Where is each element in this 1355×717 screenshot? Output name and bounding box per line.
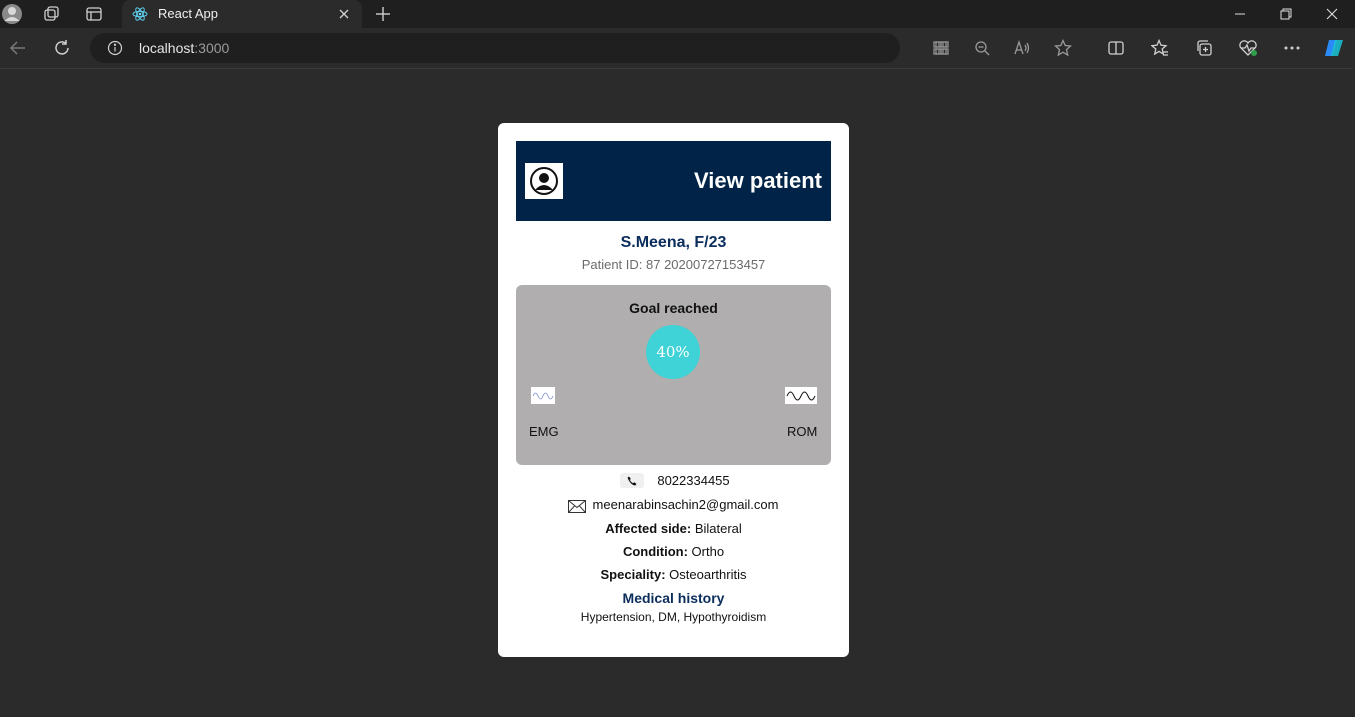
back-arrow-icon[interactable] [6,36,30,60]
speciality-value: Osteoarthritis [669,567,747,582]
zoom-out-icon[interactable] [970,36,994,60]
goal-progress-circle: 40% [646,325,700,379]
emg-wave-icon[interactable] [531,387,555,404]
medical-history-title: Medical history [622,590,725,606]
app-available-icon-2[interactable] [930,36,954,60]
goal-panel: Goal reached 40% EMG ROM [516,285,831,465]
url-host: localhost [139,40,195,56]
tab-actions-icon[interactable] [82,2,106,26]
refresh-icon[interactable] [50,36,74,60]
card-header: View patient [516,141,831,221]
tab-react-app[interactable]: React App [122,0,362,28]
favorite-star-icon[interactable] [1051,36,1075,60]
read-aloud-icon[interactable] [1010,36,1034,60]
address-bar[interactable]: localhost:3000 [90,33,947,63]
split-screen-icon[interactable] [1104,36,1128,60]
tab-title: React App [158,6,218,21]
minimize-icon[interactable] [1217,0,1263,28]
restore-icon[interactable] [1263,0,1309,28]
goal-percent: 40% [656,343,690,361]
close-window-icon[interactable] [1309,0,1355,28]
workspaces-icon[interactable] [40,2,64,26]
condition-value: Ortho [691,544,725,559]
phone-number: 8022334455 [657,473,730,488]
profile-avatar-icon[interactable] [0,2,24,26]
affected-side-label: Affected side: [605,521,692,536]
page-title: View patient [694,168,822,193]
browser-essentials-icon[interactable] [1236,36,1260,60]
email-address: meenarabinsachin2@gmail.com [592,497,779,512]
favorites-icon[interactable] [1148,36,1172,60]
patient-card: View patient S.Meena, F/23 Patient ID: 8… [498,123,849,657]
condition-label: Condition: [622,544,688,559]
medical-history-text: Hypertension, DM, Hypothyroidism [580,610,767,624]
site-info-icon[interactable] [107,40,123,56]
browser-titlebar: React App [0,0,1355,28]
condition-row: Condition: Ortho [498,544,849,559]
rom-wave-icon[interactable] [785,387,817,404]
url-text[interactable]: localhost:3000 [139,40,229,56]
close-tab-icon[interactable] [334,4,354,24]
browser-toolbar: localhost:3000 [0,28,1355,68]
copilot-icon[interactable] [1322,36,1346,60]
speciality-label: Speciality: [600,567,666,582]
speciality-row: Speciality: Osteoarthritis [498,567,849,582]
collections-icon[interactable] [1192,36,1216,60]
rom-label: ROM [787,424,818,439]
affected-side-value: Bilateral [694,521,742,536]
new-tab-icon[interactable] [371,2,395,26]
more-options-icon[interactable] [1280,36,1304,60]
goal-title: Goal reached [629,300,718,316]
affected-side-row: Affected side: Bilateral [498,521,849,536]
user-avatar-icon [525,163,563,199]
emg-label: EMG [529,424,559,439]
patient-id: Patient ID: 87 20200727153457 [581,257,766,272]
patient-name: S.Meena, F/23 [620,234,727,251]
react-logo-icon [132,6,148,22]
url-port: :3000 [194,40,230,56]
